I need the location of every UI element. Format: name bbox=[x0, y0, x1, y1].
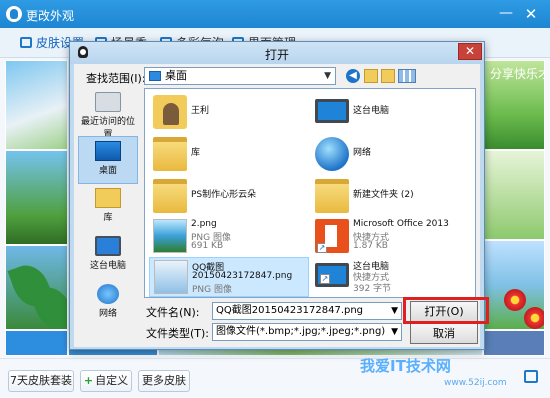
shortcut-arrow-icon: ↗ bbox=[320, 274, 330, 284]
place-recent[interactable]: 最近访问的位置 bbox=[78, 88, 138, 140]
library-folder-icon bbox=[153, 137, 187, 171]
file-name: PS制作心形云朵 bbox=[191, 190, 257, 200]
place-label: 这台电脑 bbox=[89, 261, 126, 271]
shirt-icon bbox=[20, 37, 32, 48]
file-name: 新建文件夹 (2) bbox=[353, 190, 414, 200]
window-title: 更改外观 bbox=[26, 9, 75, 23]
skin-thumbnail[interactable] bbox=[5, 60, 68, 150]
view-menu-icon[interactable] bbox=[398, 69, 416, 83]
computer-icon bbox=[95, 236, 121, 256]
skin-thumbnail[interactable] bbox=[5, 245, 68, 330]
custom-skin-button[interactable]: + 自定义 bbox=[80, 370, 132, 392]
window-icon[interactable] bbox=[524, 370, 538, 383]
folder-icon bbox=[153, 179, 187, 213]
image-thumbnail-icon bbox=[153, 219, 187, 253]
file-item[interactable]: 王利 bbox=[149, 93, 309, 133]
close-button[interactable]: ✕ bbox=[520, 4, 542, 24]
file-item[interactable]: 2.png PNG 图像 691 KB bbox=[149, 217, 309, 257]
office-shortcut-icon: ↗ bbox=[315, 219, 349, 253]
file-size: 1.87 KB bbox=[353, 241, 388, 251]
file-type-label: 文件类型(T): bbox=[146, 327, 210, 340]
file-item[interactable]: 网络 bbox=[311, 135, 471, 175]
file-name: Microsoft Office 2013 bbox=[353, 219, 449, 229]
new-folder-icon[interactable] bbox=[381, 69, 395, 83]
file-type: PNG 图像 bbox=[192, 285, 232, 295]
look-in-dropdown[interactable]: 桌面 ▼ bbox=[144, 67, 336, 85]
dialog-titlebar: 打开 ✕ bbox=[70, 42, 484, 64]
site-watermark-url: www.52ij.com bbox=[444, 378, 507, 388]
file-item[interactable]: PS制作心形云朵 bbox=[149, 177, 309, 217]
recent-places-icon bbox=[95, 92, 121, 112]
skin-thumbnail[interactable] bbox=[5, 330, 68, 356]
file-name: 2.png bbox=[191, 219, 217, 229]
shortcut-arrow-icon: ↗ bbox=[317, 243, 327, 253]
folder-icon bbox=[315, 179, 349, 213]
place-label: 桌面 bbox=[98, 166, 117, 176]
thumbnail-caption: 分享快乐才会快乐 bbox=[490, 67, 544, 81]
back-icon[interactable]: ◀ bbox=[346, 69, 360, 83]
open-button-highlight bbox=[403, 297, 489, 324]
minimize-button[interactable]: — bbox=[496, 4, 516, 24]
file-name: 库 bbox=[191, 148, 201, 158]
place-label: 库 bbox=[103, 213, 113, 223]
network-icon bbox=[315, 137, 349, 171]
place-this-pc[interactable]: 这台电脑 bbox=[78, 232, 138, 280]
file-name: 网络 bbox=[353, 148, 372, 158]
cancel-button[interactable]: 取消 bbox=[410, 323, 478, 344]
file-item-selected[interactable]: QQ截图 20150423172847.png PNG 图像 bbox=[149, 257, 309, 297]
skin-thumbnail[interactable] bbox=[483, 150, 545, 240]
dialog-title: 打开 bbox=[264, 48, 289, 62]
desktop-icon bbox=[95, 141, 121, 161]
dialog-close-button[interactable]: ✕ bbox=[458, 43, 482, 60]
file-size: 691 KB bbox=[191, 241, 224, 251]
file-name: 这台电脑 bbox=[353, 106, 390, 116]
file-name-input[interactable]: QQ截图20150423172847.png ▼ bbox=[212, 302, 402, 320]
qq-logo-icon bbox=[6, 6, 22, 22]
computer-icon bbox=[315, 99, 349, 123]
place-desktop[interactable]: 桌面 bbox=[78, 136, 138, 184]
file-item[interactable]: 这台电脑 bbox=[311, 93, 471, 133]
place-library[interactable]: 库 bbox=[78, 184, 138, 232]
places-bar: 最近访问的位置 桌面 库 这台电脑 网络 bbox=[74, 88, 140, 320]
skin-thumbnail[interactable] bbox=[483, 240, 545, 330]
skin-thumbnail[interactable] bbox=[483, 330, 545, 356]
file-type-value: 图像文件(*.bmp;*.jpg;*.jpeg;*.png) bbox=[216, 326, 386, 337]
file-item[interactable]: 库 bbox=[149, 135, 309, 175]
file-item[interactable]: ↗ 这台电脑 快捷方式 392 字节 bbox=[311, 257, 471, 297]
skin-thumbnail[interactable]: 分享快乐才会快乐 bbox=[483, 60, 545, 150]
window-titlebar: 更改外观 — ✕ bbox=[0, 0, 550, 28]
file-type-dropdown[interactable]: 图像文件(*.bmp;*.jpg;*.jpeg;*.png) ▼ bbox=[212, 323, 402, 341]
chevron-down-icon: ▼ bbox=[324, 71, 331, 81]
file-item[interactable]: 新建文件夹 (2) bbox=[311, 177, 471, 217]
custom-label: 自定义 bbox=[95, 374, 129, 387]
seven-day-skin-button[interactable]: 7天皮肤套装 bbox=[8, 370, 74, 392]
file-name-label: 文件名(N): bbox=[146, 306, 200, 319]
up-folder-icon[interactable] bbox=[364, 69, 378, 83]
chevron-down-icon: ▼ bbox=[389, 324, 398, 340]
file-name-line2: 20150423172847.png bbox=[192, 271, 293, 281]
place-network[interactable]: 网络 bbox=[78, 280, 138, 328]
desktop-icon bbox=[149, 71, 161, 81]
more-skins-button[interactable]: 更多皮肤 bbox=[138, 370, 190, 392]
skin-thumbnail[interactable] bbox=[5, 150, 68, 245]
file-item[interactable]: ↗ Microsoft Office 2013 快捷方式 1.87 KB bbox=[311, 217, 471, 257]
look-in-value: 桌面 bbox=[165, 69, 187, 82]
flower-decoration bbox=[524, 307, 544, 329]
file-size: 392 字节 bbox=[353, 284, 392, 294]
library-icon bbox=[95, 188, 121, 208]
file-name-value: QQ截图20150423172847.png bbox=[216, 305, 364, 316]
look-in-label: 查找范围(I): bbox=[86, 72, 146, 85]
plus-icon: + bbox=[83, 374, 94, 387]
network-icon bbox=[97, 284, 119, 304]
place-label: 网络 bbox=[98, 309, 117, 319]
chevron-down-icon[interactable]: ▼ bbox=[391, 303, 398, 319]
file-name: 王利 bbox=[191, 106, 210, 116]
image-thumbnail-icon bbox=[154, 260, 188, 294]
site-watermark: 我爱IT技术网 bbox=[360, 357, 451, 375]
file-list: 王利 这台电脑 库 网络 PS制作心形云朵 新建文件夹 (2) 2.png PN… bbox=[144, 88, 476, 298]
computer-shortcut-icon: ↗ bbox=[315, 263, 349, 287]
flower-decoration bbox=[504, 289, 526, 311]
user-folder-icon bbox=[153, 95, 187, 129]
